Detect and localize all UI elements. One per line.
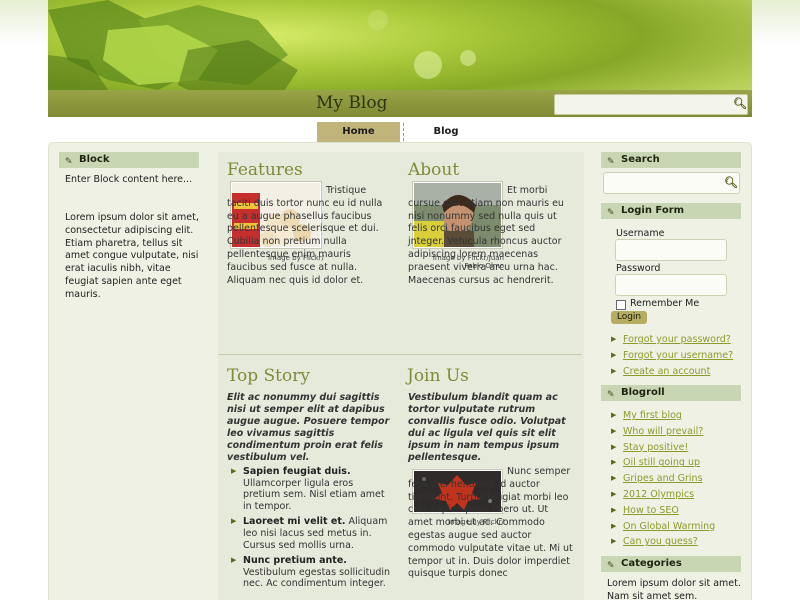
login-links: ▶ Forgot your password? ▶ Forgot your user…	[609, 333, 744, 380]
remember-me-checkbox[interactable]	[616, 300, 626, 310]
forgot-password-link[interactable]: Forgot your password?	[623, 334, 731, 345]
blogroll-link[interactable]: Gripes and Grins	[623, 473, 703, 484]
pencil-icon: ✎	[607, 561, 615, 571]
list-item: ▶ Create an account	[611, 365, 711, 377]
sidebar-search-input[interactable]	[603, 172, 740, 194]
pencil-icon: ✎	[607, 208, 615, 218]
search-icon[interactable]: 🔍︎	[733, 97, 747, 110]
list-item: ▶ Forgot your password?	[611, 334, 731, 345]
header-search-input[interactable]	[554, 94, 748, 115]
blogroll-link[interactable]: My first blog	[623, 410, 682, 421]
username-label: Username	[616, 228, 665, 239]
forgot-username-link[interactable]: Forgot your username?	[623, 350, 733, 361]
about-text: Et morbi cursue erat etiam non mauris eu…	[408, 185, 564, 286]
top-story-item-text: Vestibulum egestas sollicitudin nec. Ac …	[243, 566, 391, 590]
section-divider	[218, 354, 582, 355]
tab-blog[interactable]: Blog	[405, 122, 487, 142]
left-block-title: Block	[79, 154, 110, 165]
pencil-icon: ✎	[65, 157, 73, 167]
pencil-icon: ✎	[607, 157, 615, 167]
login-block-title: Login Form	[621, 205, 685, 216]
top-story-item-head: Sapien feugiat duis.	[243, 466, 351, 477]
blogroll-block-header: ✎ Blogroll	[601, 385, 741, 401]
list-item: ▶ Who will prevail?	[611, 425, 704, 437]
tab-divider	[403, 123, 404, 141]
login-button[interactable]: Login	[611, 311, 647, 324]
blogroll-list: ▶ My first blog ▶ Who will prevail? ▶ Stay …	[609, 409, 744, 551]
features-title: Features	[227, 160, 303, 180]
categories-text: Lorem ipsum dolor sit amet. Nam sit amet…	[607, 578, 741, 600]
list-item: ▶ On Global Warming	[611, 520, 716, 532]
categories-block-header: ✎ Categories	[601, 556, 741, 572]
list-item: ▶ Oil still going up	[611, 457, 700, 469]
blogroll-link[interactable]: Can you guess?	[623, 536, 698, 547]
search-block-title: Search	[621, 154, 660, 165]
left-block-header: ✎ Block	[59, 152, 199, 168]
top-story-title: Top Story	[227, 366, 310, 386]
list-item: ▶ Forgot your username?	[611, 349, 734, 361]
categories-title: Categories	[621, 558, 682, 569]
list-item: ▶ Nunc pretium ante. Vestibulum egestas s…	[231, 555, 391, 590]
page: My Blog 🔍︎ Home Blog ✎ Block Enter Block…	[0, 0, 800, 600]
list-item: ▶ 2012 Olympics	[611, 488, 695, 500]
list-item: ▶ Stay positive!	[611, 441, 689, 453]
join-us-title: Join Us	[407, 366, 469, 386]
login-block-header: ✎ Login Form	[601, 203, 741, 219]
remember-me-label: Remember Me	[630, 298, 700, 309]
top-story-list: ▶ Sapien feugiat duis. Ullamcorper ligula…	[227, 466, 392, 594]
list-item: ▶ My first blog	[611, 410, 682, 421]
site-title: My Blog	[316, 93, 388, 113]
list-item: ▶ Sapien feugiat duis. Ullamcorper ligula…	[231, 466, 385, 512]
list-item: ▶ Can you guess?	[611, 536, 698, 548]
blogroll-link[interactable]: 2012 Olympics	[623, 489, 694, 500]
blogroll-link[interactable]: On Global Warming	[623, 521, 715, 532]
blogroll-link[interactable]: Stay positive!	[623, 442, 688, 453]
top-story-item-head: Nunc pretium ante.	[243, 555, 347, 567]
list-item: ▶ How to SEO	[611, 504, 679, 516]
password-field[interactable]	[615, 274, 727, 296]
list-item: ▶ Laoreet mi velit et. Aliquam leo nisi l…	[231, 516, 388, 551]
create-account-link[interactable]: Create an account	[623, 366, 710, 377]
blogroll-link[interactable]: Oil still going up	[623, 457, 700, 468]
top-story-lead: Elit ac nonummy dui sagittis nisi ut sem…	[227, 392, 390, 463]
search-block-header: ✎ Search	[601, 152, 741, 168]
left-block-body: Lorem ipsum dolor sit amet, consectetur …	[65, 212, 199, 300]
join-us-text: Nunc semper felis orci hendrerit id auct…	[408, 466, 573, 580]
about-title: About	[408, 160, 460, 180]
list-item: ▶ Gripes and Grins	[611, 473, 703, 485]
blogroll-title: Blogroll	[621, 387, 665, 398]
search-icon[interactable]: 🔍︎	[724, 176, 738, 189]
blogroll-link[interactable]: Who will prevail?	[623, 426, 703, 437]
tab-home[interactable]: Home	[317, 122, 400, 142]
blogroll-link[interactable]: How to SEO	[623, 505, 679, 516]
left-block-intro: Enter Block content here...	[65, 174, 193, 185]
password-label: Password	[616, 263, 661, 274]
top-story-item-head: Laoreet mi velit et.	[243, 516, 346, 528]
username-field[interactable]	[615, 239, 727, 261]
join-us-lead: Vestibulum blandit quam ac tortor vulput…	[408, 392, 566, 463]
features-text: Tristique taciti duis tortor nunc eu id …	[227, 185, 383, 286]
top-story-item-text: Ullamcorper ligula eros pretium sem. Nis…	[243, 477, 385, 512]
pencil-icon: ✎	[607, 390, 615, 400]
